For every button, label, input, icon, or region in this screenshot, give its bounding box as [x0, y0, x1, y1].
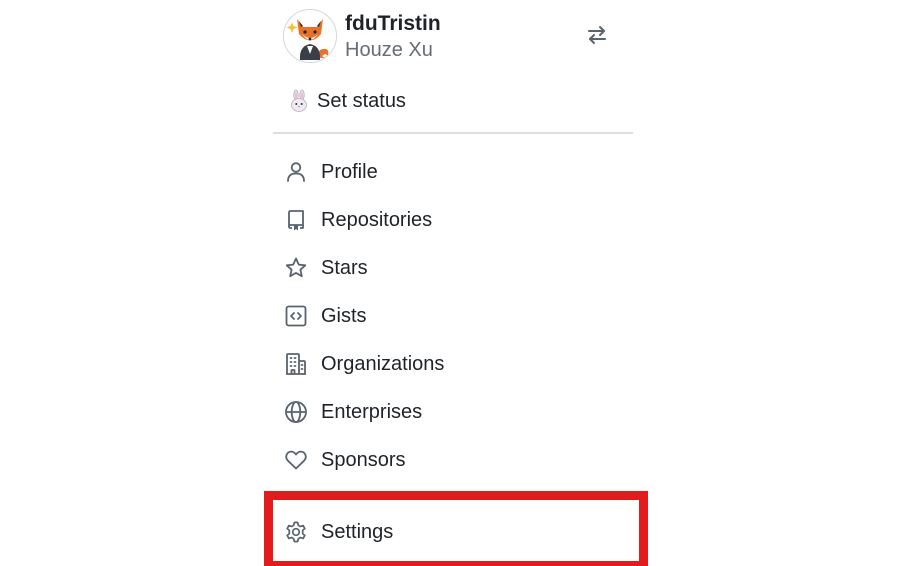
- gear-icon: [283, 519, 309, 545]
- menu-item-label: Profile: [321, 160, 378, 183]
- menu-item-label: Gists: [321, 304, 367, 327]
- menu-item-organizations[interactable]: Organizations: [283, 346, 633, 382]
- full-name: Houze Xu: [345, 39, 433, 61]
- menu-item-sponsors[interactable]: Sponsors: [283, 442, 633, 478]
- menu-item-label: Organizations: [321, 352, 445, 375]
- repo-icon: [283, 207, 309, 233]
- menu-item-settings[interactable]: Settings: [283, 514, 633, 550]
- switch-account-button[interactable]: [583, 21, 611, 49]
- fox-avatar-icon: [284, 10, 336, 62]
- account-menu-panel: fduTristin Houze Xu Set status Profile R…: [0, 0, 911, 566]
- globe-icon: [283, 399, 309, 425]
- user-header: fduTristin Houze Xu: [283, 9, 623, 63]
- menu-item-label: Sponsors: [321, 448, 406, 471]
- menu-item-profile[interactable]: Profile: [283, 154, 633, 190]
- arrow-switch-icon: [588, 26, 606, 44]
- heart-icon: [283, 447, 309, 473]
- username: fduTristin: [345, 12, 441, 35]
- star-icon: [283, 255, 309, 281]
- menu-divider: [273, 132, 633, 134]
- menu-item-stars[interactable]: Stars: [283, 250, 633, 286]
- avatar[interactable]: [283, 9, 337, 63]
- organization-icon: [283, 351, 309, 377]
- menu-item-label: Stars: [321, 256, 368, 279]
- set-status-label: Set status: [317, 89, 406, 112]
- set-status-button[interactable]: Set status: [287, 86, 406, 116]
- person-icon: [283, 159, 309, 185]
- code-square-icon: [283, 303, 309, 329]
- menu-item-label: Repositories: [321, 208, 433, 231]
- rabbit-emoji-icon: [287, 89, 311, 113]
- menu-item-gists[interactable]: Gists: [283, 298, 633, 334]
- menu-item-label: Enterprises: [321, 400, 423, 423]
- menu-item-repositories[interactable]: Repositories: [283, 202, 633, 238]
- menu-item-label: Settings: [321, 520, 394, 543]
- menu-item-enterprises[interactable]: Enterprises: [283, 394, 633, 430]
